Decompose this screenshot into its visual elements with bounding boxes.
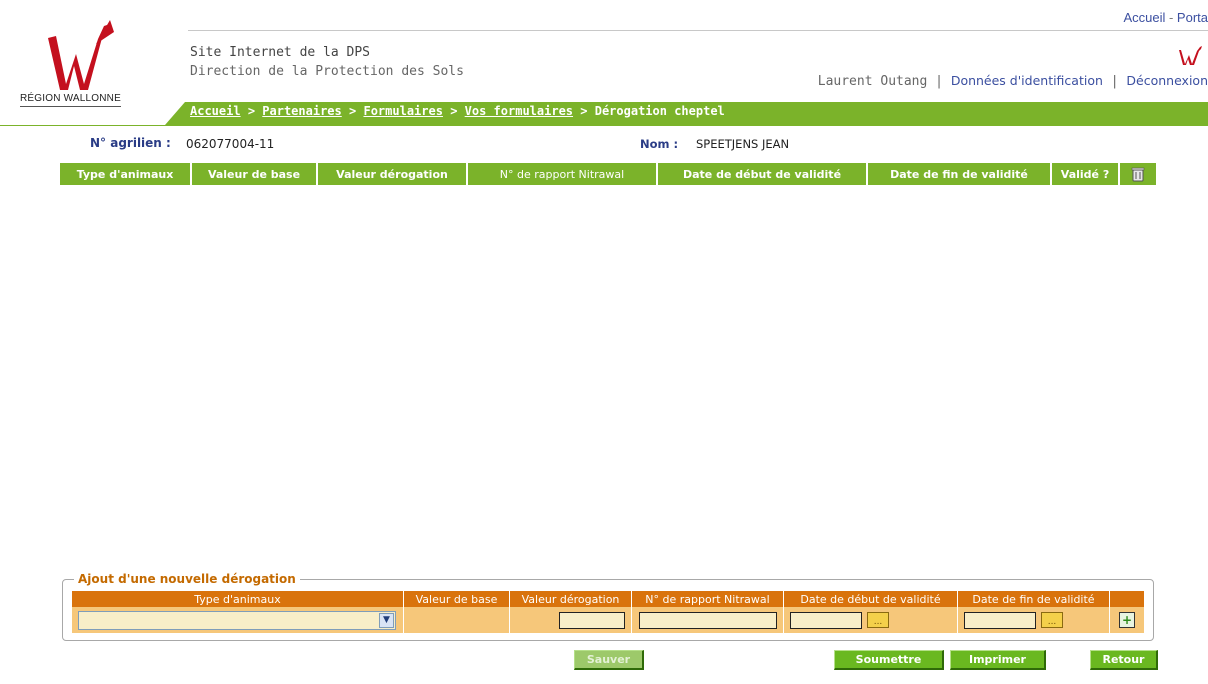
breadcrumb-separator: > [580, 104, 588, 118]
breadcrumb-item-formulaires[interactable]: Formulaires [363, 104, 442, 118]
add-cell-action: + [1110, 607, 1144, 633]
breadcrumb-separator: > [247, 104, 256, 118]
add-cell-valeur-base [404, 607, 510, 633]
small-w-logo-icon [1179, 46, 1202, 65]
add-header-type: Type d'animaux [72, 591, 404, 607]
top-link-accueil[interactable]: Accueil [1123, 10, 1165, 25]
breadcrumb-item-partenaires[interactable]: Partenaires [262, 104, 341, 118]
column-header-type[interactable]: Type d'animaux [60, 163, 192, 185]
new-derogation-legend: Ajout d'une nouvelle dérogation [74, 572, 300, 586]
add-header-valeur-derogation: Valeur dérogation [510, 591, 632, 607]
derogations-table-header: Type d'animaux Valeur de base Valeur dér… [60, 163, 1156, 185]
breadcrumb-current: Dérogation cheptel [594, 104, 725, 118]
add-cell-rapport-nitrawal [632, 607, 784, 633]
column-header-rapport-nitrawal[interactable]: N° de rapport Nitrawal [468, 163, 658, 185]
column-header-valeur-derogation[interactable]: Valeur dérogation [318, 163, 468, 185]
column-header-valide[interactable]: Validé ? [1052, 163, 1120, 185]
calendar-icon[interactable]: ... [1041, 612, 1063, 628]
add-cell-type: ▼ [72, 607, 404, 633]
nom-label: Nom : [640, 137, 679, 151]
rapport-nitrawal-input[interactable] [638, 611, 777, 629]
nom-value: SPEETJENS JEAN [696, 137, 790, 151]
breadcrumb-separator: > [349, 104, 357, 118]
add-header-valeur-base: Valeur de base [404, 591, 510, 607]
region-wallonne-logo [48, 20, 114, 90]
identification-link[interactable]: Données d'identification [951, 73, 1103, 88]
top-link-portail[interactable]: Porta [1177, 10, 1208, 25]
date-fin-input[interactable] [964, 611, 1036, 629]
back-button[interactable]: Retour [1090, 650, 1158, 670]
add-header-action [1110, 591, 1144, 607]
top-links-separator: - [1165, 10, 1177, 25]
valeur-derogation-input[interactable] [559, 611, 625, 629]
add-cell-date-debut: ... [784, 607, 958, 633]
column-header-date-debut[interactable]: Date de début de validité [658, 163, 868, 185]
submit-button[interactable]: Soumettre [834, 650, 944, 670]
date-debut-input[interactable] [790, 611, 862, 629]
breadcrumb-item-vos-formulaires[interactable]: Vos formulaires [465, 104, 573, 118]
add-cell-date-fin: ... [958, 607, 1110, 633]
column-header-valeur-base[interactable]: Valeur de base [192, 163, 318, 185]
top-divider [188, 30, 1208, 31]
agrilien-label: N° agrilien : [90, 136, 171, 150]
calendar-icon[interactable]: ... [867, 612, 889, 628]
add-header-date-fin: Date de fin de validité [958, 591, 1110, 607]
breadcrumb-separator: > [450, 104, 458, 118]
site-title: Site Internet de la DPS [190, 45, 371, 60]
user-bar: Laurent Outang | Données d'identificatio… [818, 73, 1208, 89]
user-bar-divider: | [1110, 74, 1127, 89]
column-header-date-fin[interactable]: Date de fin de validité [868, 163, 1052, 185]
save-button[interactable]: Sauver [574, 650, 644, 670]
add-header-date-debut: Date de début de validité [784, 591, 958, 607]
user-bar-divider: | [935, 74, 951, 89]
new-derogation-table: Type d'animaux Valeur de base Valeur dér… [72, 591, 1144, 633]
plus-icon[interactable]: + [1119, 612, 1135, 628]
breadcrumb: Accueil > Partenaires > Formulaires > Vo… [190, 104, 725, 118]
breadcrumb-item-accueil[interactable]: Accueil [190, 104, 241, 118]
top-links: Accueil - Porta [1123, 10, 1208, 25]
user-name: Laurent Outang [817, 74, 928, 89]
chevron-down-icon[interactable]: ▼ [379, 612, 394, 628]
add-header-rapport-nitrawal: N° de rapport Nitrawal [632, 591, 784, 607]
site-subtitle: Direction de la Protection des Sols [190, 64, 464, 79]
print-button[interactable]: Imprimer [950, 650, 1046, 670]
add-cell-valeur-derogation [510, 607, 632, 633]
agrilien-value: 062077004-11 [186, 137, 275, 151]
trash-icon[interactable] [1120, 163, 1156, 185]
logout-link[interactable]: Déconnexion [1126, 73, 1208, 88]
type-animaux-select[interactable]: ▼ [78, 610, 396, 630]
